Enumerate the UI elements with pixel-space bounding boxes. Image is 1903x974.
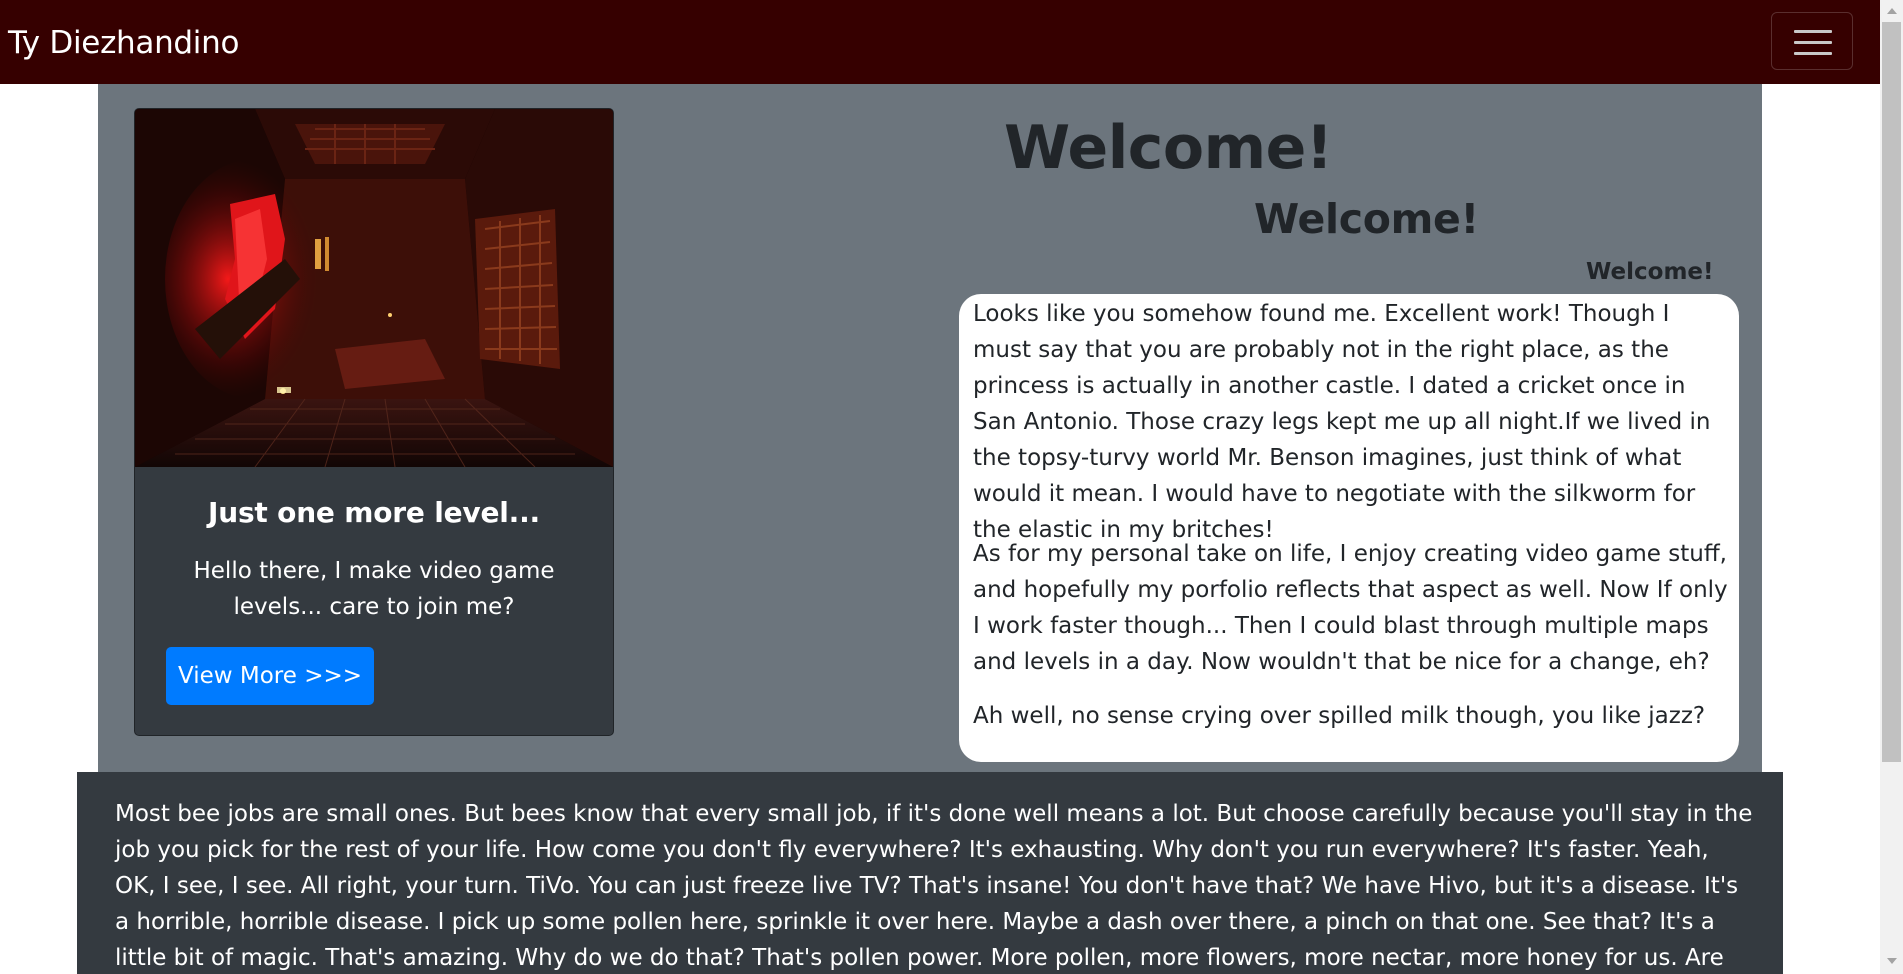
welcome-heading-2: Welcome!: [1254, 195, 1479, 243]
hamburger-line: [1794, 52, 1832, 55]
view-more-button[interactable]: View More >>>: [166, 647, 374, 705]
navbar: Ty Diezhandino: [0, 0, 1880, 84]
game-level-illustration: [135, 109, 613, 467]
intro-paragraph: Looks like you somehow found me. Excelle…: [973, 301, 1711, 543]
welcome-heading-3: Welcome!: [1586, 259, 1714, 285]
navbar-brand[interactable]: Ty Diezhandino: [8, 22, 239, 64]
bee-paragraph: Most bee jobs are small ones. But bees k…: [115, 801, 1753, 971]
scroll-up-arrow-icon[interactable]: [1887, 8, 1897, 14]
hamburger-line: [1794, 30, 1832, 33]
vertical-scrollbar[interactable]: [1880, 0, 1903, 974]
card-text: Hello there, I make video game levels...…: [193, 558, 555, 620]
scrollbar-thumb[interactable]: [1882, 22, 1901, 762]
hamburger-line: [1794, 41, 1832, 44]
card-title: Just one more level...: [208, 496, 540, 529]
navbar-toggler-button[interactable]: [1771, 12, 1853, 70]
card-image: [135, 109, 613, 467]
intro-speech-bubble: Looks like you somehow found me. Excelle…: [959, 294, 1739, 762]
intro-paragraph: Ah well, no sense crying over spilled mi…: [973, 703, 1706, 729]
scroll-down-arrow-icon[interactable]: [1887, 958, 1897, 964]
welcome-heading-1: Welcome!: [1004, 113, 1333, 183]
lower-text-section: Most bee jobs are small ones. But bees k…: [77, 772, 1783, 974]
intro-paragraph: As for my personal take on life, I enjoy…: [973, 541, 1728, 675]
level-card: Just one more level... Hello there, I ma…: [134, 108, 614, 736]
